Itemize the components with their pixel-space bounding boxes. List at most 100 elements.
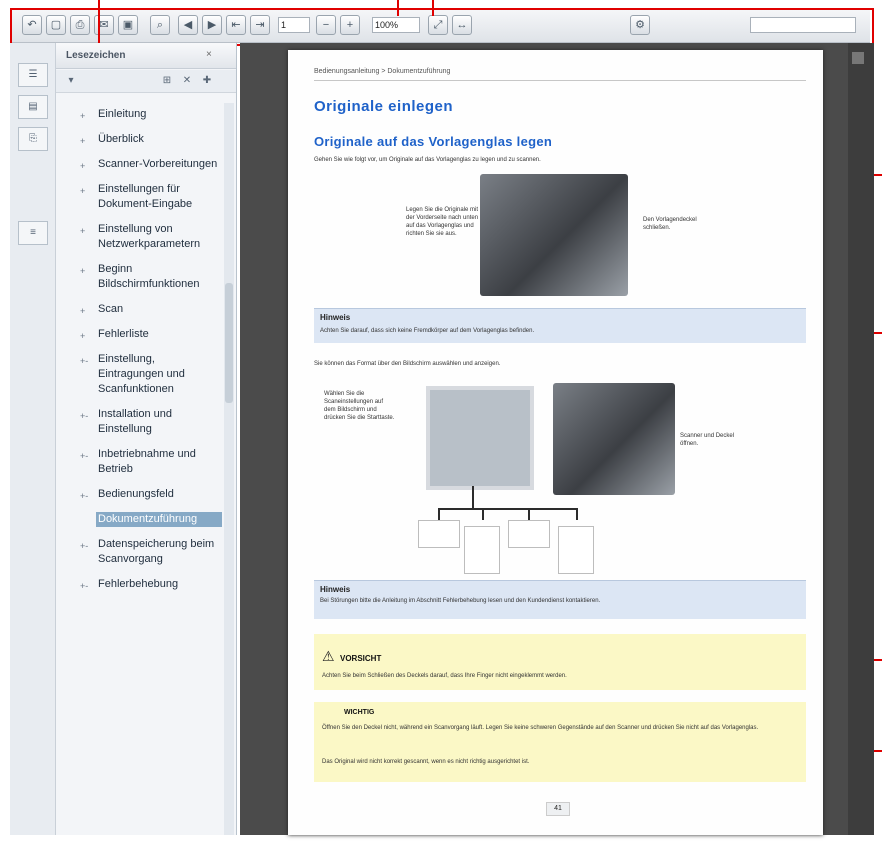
attachments-icon[interactable]: ⎘ bbox=[18, 127, 48, 151]
page-title: Originale einlegen bbox=[314, 98, 454, 115]
bookmark-label: Scanner-Vorbereitungen bbox=[98, 158, 218, 170]
pdf-page: Bedienungsanleitung > Dokumentzuführung … bbox=[288, 50, 823, 835]
breadcrumb: Bedienungsanleitung > Dokumentzuführung bbox=[314, 68, 451, 75]
bookmark-item[interactable]: + Fehlerliste bbox=[56, 327, 222, 342]
diagram-line bbox=[528, 508, 530, 520]
expand-toggle-icon[interactable]: + bbox=[80, 224, 85, 239]
toolbar-highlight bbox=[10, 8, 874, 46]
bookmark-label: Fehlerbehebung bbox=[98, 578, 179, 590]
bookmark-item[interactable]: +- Fehlerbehebung bbox=[56, 577, 222, 592]
warning-label: VORSICHT bbox=[340, 654, 382, 663]
figure2-callout-left: Wählen Sie die Scaneinstellungen auf dem… bbox=[324, 391, 395, 421]
bookmark-label: Installation und Einstellung bbox=[98, 408, 172, 435]
warning-box: ⚠ VORSICHT Achten Sie beim Schließen des… bbox=[314, 634, 806, 690]
diagram-box bbox=[558, 526, 594, 574]
bookmark-label: Einstellung von Netzwerkparametern bbox=[98, 223, 201, 250]
bookmark-item[interactable]: + Einstellungen für Dokument-Eingabe bbox=[56, 182, 222, 212]
diagram-line bbox=[472, 486, 474, 508]
note-box: Hinweis Achten Sie darauf, dass sich kei… bbox=[314, 308, 806, 343]
figure-callout-right: Den Vorlagendeckel schließen. bbox=[643, 217, 697, 231]
note-box-2: Hinweis Bei Störungen bitte die Anleitun… bbox=[314, 580, 806, 619]
important-label: WICHTIG bbox=[344, 709, 375, 716]
diagram-line bbox=[438, 508, 440, 520]
note-label: Hinweis bbox=[320, 585, 351, 594]
bookmark-label: Dokumentzuführung bbox=[98, 513, 198, 525]
diagram-box bbox=[418, 520, 460, 548]
diagram-line bbox=[438, 508, 578, 510]
bookmark-item[interactable]: Dokumentzuführung bbox=[96, 512, 222, 527]
diagram-line bbox=[576, 508, 578, 520]
bookmark-item[interactable]: + Beginn Bildschirmfunktionen bbox=[56, 262, 222, 292]
body-text: Sie können das Format über den Bildschir… bbox=[314, 361, 501, 367]
scanner-open-photo bbox=[553, 383, 675, 495]
bookmark-item[interactable]: + Einstellung von Netzwerkparametern bbox=[56, 222, 222, 252]
expand-toggle-icon[interactable]: + bbox=[80, 329, 85, 344]
expand-toggle-icon[interactable]: + bbox=[80, 109, 85, 124]
expand-toggle-icon[interactable]: +- bbox=[80, 449, 88, 464]
bookmark-scroll-thumb[interactable] bbox=[225, 283, 233, 403]
expand-toggle-icon[interactable]: +- bbox=[80, 409, 88, 424]
expand-toggle-icon[interactable]: + bbox=[80, 184, 85, 199]
close-icon[interactable]: × bbox=[206, 49, 212, 60]
important-text-1: Öffnen Sie den Deckel nicht, während ein… bbox=[322, 725, 759, 731]
intro-text: Gehen Sie wie folgt vor, um Originale au… bbox=[314, 157, 541, 163]
bookmark-label: Scan bbox=[98, 303, 124, 315]
expand-toggle-icon[interactable]: +- bbox=[80, 489, 88, 504]
bookmarks-panel: Lesezeichen × ▾ ⊞ ✕ ✚ + Einleitung + Überbl… bbox=[56, 43, 237, 835]
warning-text: Achten Sie beim Schließen des Deckels da… bbox=[322, 673, 567, 679]
diagram-line bbox=[482, 508, 484, 520]
warning-icon: ⚠ bbox=[322, 648, 335, 664]
bookmarks-panel-icon[interactable]: ☰ bbox=[18, 63, 48, 87]
figure-callout-left: Legen Sie die Originale mit der Vorderse… bbox=[406, 207, 479, 237]
figure2-callout-right: Scanner und Deckel öffnen. bbox=[680, 433, 735, 447]
bookmark-label: Einleitung bbox=[98, 108, 147, 120]
bookmark-item[interactable]: +- Bedienungsfeld bbox=[56, 487, 222, 502]
expand-toggle-icon[interactable]: + bbox=[80, 304, 85, 319]
new-bookmark-icon[interactable]: ✚ bbox=[200, 74, 214, 88]
bookmark-item[interactable]: +- Inbetriebnahme und Betrieb bbox=[56, 447, 222, 477]
bookmark-label: Einstellungen für Dokument-Eingabe bbox=[98, 183, 193, 210]
important-text-2: Das Original wird nicht korrekt gescannt… bbox=[322, 759, 530, 765]
note-text: Bei Störungen bitte die Anleitung im Abs… bbox=[320, 598, 601, 604]
navigation-rail: ☰ ▤ ⎘ ≡ bbox=[10, 43, 56, 835]
expand-toggle-icon[interactable]: +- bbox=[80, 539, 88, 554]
header-divider bbox=[314, 80, 806, 81]
bookmark-item[interactable]: + Scan bbox=[56, 302, 222, 317]
diagram-box bbox=[464, 526, 500, 574]
expand-toggle-icon[interactable]: + bbox=[80, 264, 85, 279]
options-icon[interactable]: ▾ bbox=[64, 74, 78, 88]
bookmark-list: + Einleitung + Überblick + Scanner-Vorbereitu… bbox=[56, 103, 222, 835]
expand-toggle-icon[interactable]: + bbox=[80, 134, 85, 149]
diagram-box bbox=[508, 520, 550, 548]
bookmark-label: Datenspeicherung beim Scanvorgang bbox=[98, 538, 215, 565]
bookmark-item[interactable]: + Einleitung bbox=[56, 107, 222, 122]
callout-line bbox=[432, 0, 434, 16]
page-number: 41 bbox=[546, 802, 570, 816]
bookmark-label: Inbetriebnahme und Betrieb bbox=[98, 448, 196, 475]
bookmark-label: Überblick bbox=[98, 133, 144, 145]
bookmark-scrollbar[interactable] bbox=[224, 103, 234, 835]
bookmark-item[interactable]: +- Einstellung, Eintragungen und Scanfunk… bbox=[56, 352, 222, 397]
bookmark-item[interactable]: +- Installation und Einstellung bbox=[56, 407, 222, 437]
scanner-photo bbox=[480, 174, 628, 296]
expand-toggle-icon[interactable]: +- bbox=[80, 579, 88, 594]
scroll-up-icon[interactable] bbox=[852, 52, 864, 64]
delete-icon[interactable]: ✕ bbox=[180, 74, 194, 88]
section-title: Originale auf das Vorlagenglas legen bbox=[314, 134, 553, 149]
bookmark-label: Bedienungsfeld bbox=[98, 488, 174, 500]
layers-icon[interactable]: ≡ bbox=[18, 221, 48, 245]
expand-toggle-icon[interactable]: +- bbox=[80, 354, 88, 369]
bookmark-label: Einstellung, Eintragungen und Scanfunkti… bbox=[98, 353, 185, 395]
vertical-scrollbar[interactable] bbox=[848, 43, 874, 835]
bookmarks-toolbar: ▾ ⊞ ✕ ✚ bbox=[56, 70, 236, 93]
expand-icon[interactable]: ⊞ bbox=[160, 74, 174, 88]
bookmark-item[interactable]: +- Datenspeicherung beim Scanvorgang bbox=[56, 537, 222, 567]
bookmark-item[interactable]: + Scanner-Vorbereitungen bbox=[56, 157, 222, 172]
note-label: Hinweis bbox=[320, 313, 351, 322]
expand-toggle-icon[interactable]: + bbox=[80, 159, 85, 174]
bookmark-label: Fehlerliste bbox=[98, 328, 149, 340]
pages-panel-icon[interactable]: ▤ bbox=[18, 95, 48, 119]
control-panel-screen bbox=[426, 386, 534, 490]
important-box: WICHTIG Öffnen Sie den Deckel nicht, wäh… bbox=[314, 702, 806, 782]
bookmark-item[interactable]: + Überblick bbox=[56, 132, 222, 147]
